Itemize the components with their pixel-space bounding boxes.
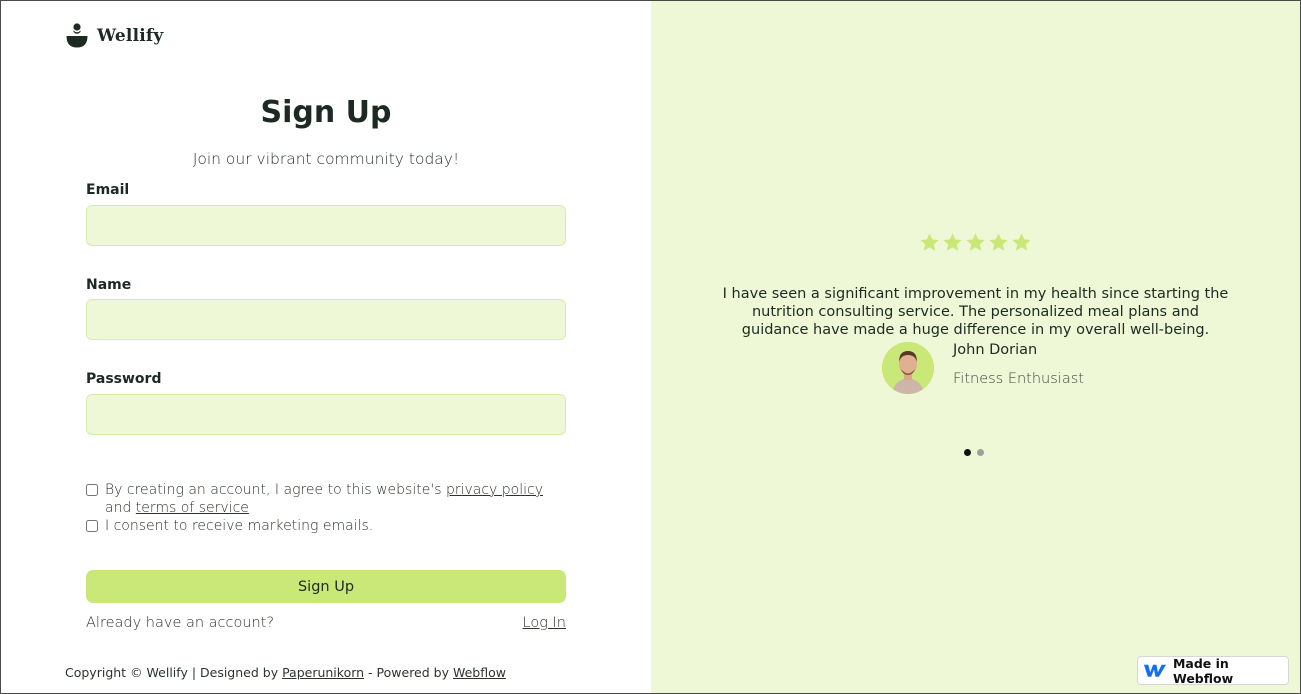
email-field[interactable] (86, 205, 566, 246)
testimonial-author: John Dorian Fitness Enthusiast (882, 342, 1084, 394)
wellify-logo-icon (66, 23, 88, 48)
webflow-link[interactable]: Webflow (453, 665, 506, 680)
password-label: Password (86, 371, 162, 387)
account-prompt: Already have an account? (86, 615, 275, 631)
slider-dot-2[interactable] (977, 449, 984, 456)
author-details: John Dorian Fitness Enthusiast (953, 342, 1084, 387)
terms-text-middle: and (105, 500, 136, 516)
avatar (882, 342, 934, 394)
star-icon (920, 233, 939, 251)
star-icon (966, 233, 985, 251)
brand[interactable]: Wellify (65, 23, 164, 49)
marketing-label[interactable]: I consent to receive marketing emails. (105, 517, 373, 535)
marketing-consent-row: I consent to receive marketing emails. (86, 517, 566, 535)
testimonial-quote: I have seen a significant improvement in… (722, 286, 1229, 338)
email-label: Email (86, 182, 130, 198)
designer-link[interactable]: Paperunikorn (282, 665, 364, 680)
terms-checkbox[interactable] (86, 484, 98, 496)
webflow-logo-icon (1144, 664, 1166, 677)
terms-text-before: By creating an account, I agree to this … (105, 482, 446, 498)
terms-consent-row: By creating an account, I agree to this … (86, 481, 566, 517)
author-role: Fitness Enthusiast (953, 371, 1084, 387)
page-title: Sign Up (260, 95, 392, 130)
footer: Copyright © Wellify | Designed by Paperu… (65, 665, 506, 680)
name-label: Name (86, 277, 132, 293)
author-name: John Dorian (953, 342, 1038, 358)
testimonial-panel: I have seen a significant improvement in… (651, 1, 1300, 693)
slider-dots (964, 449, 984, 456)
page-frame: Wellify Sign Up Join our vibrant communi… (0, 0, 1301, 694)
name-field[interactable] (86, 299, 566, 340)
brand-name: Wellify (97, 26, 164, 46)
sign-up-button[interactable]: Sign Up (86, 570, 566, 603)
login-prompt-row: Already have an account? Log In (86, 615, 566, 631)
terms-label[interactable]: By creating an account, I agree to this … (105, 481, 566, 517)
star-icon (989, 233, 1008, 251)
terms-of-service-link[interactable]: terms of service (136, 500, 249, 516)
footer-prefix: Copyright © Wellify | Designed by (65, 665, 283, 680)
slider-dot-1[interactable] (964, 449, 971, 456)
star-rating (651, 232, 1300, 253)
star-icon (1012, 233, 1031, 251)
star-icon (943, 233, 962, 251)
privacy-policy-link[interactable]: privacy policy (446, 482, 543, 498)
signup-panel: Wellify Sign Up Join our vibrant communi… (1, 1, 651, 693)
password-field[interactable] (86, 394, 566, 435)
made-in-webflow-badge[interactable]: Made in Webflow (1137, 655, 1289, 686)
log-in-link[interactable]: Log In (523, 615, 566, 631)
marketing-checkbox[interactable] (86, 520, 98, 532)
footer-middle: - Powered by (364, 665, 453, 680)
page-subtitle: Join our vibrant community today! (192, 150, 460, 168)
badge-label: Made in Webflow (1172, 655, 1234, 686)
